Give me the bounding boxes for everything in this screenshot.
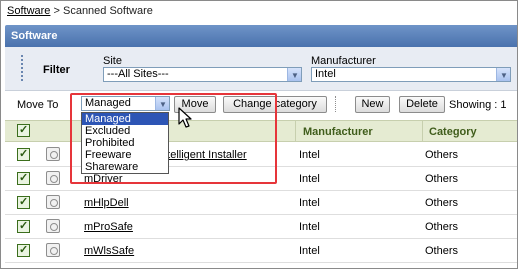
breadcrumb-separator: > (53, 5, 60, 17)
software-name-link[interactable]: mHlpDell (84, 197, 129, 209)
delete-button[interactable]: Delete (399, 96, 445, 113)
site-select[interactable]: ---All Sites--- ▼ (103, 67, 302, 82)
manufacturer-cell: Intel (299, 197, 320, 209)
row-checkbox[interactable]: ✓ (17, 196, 30, 209)
category-cell: Others (425, 245, 459, 257)
manufacturer-cell: Intel (299, 149, 320, 161)
table-row: ✓ mHlpDell Intel Others (5, 191, 517, 215)
software-name-link[interactable]: mProSafe (84, 221, 133, 233)
manufacturer-cell: Intel (299, 245, 320, 257)
row-checkbox[interactable]: ✓ (17, 172, 30, 185)
highlight-box (70, 93, 277, 184)
table-row: ✓ mWlsSafe Intel Others (5, 239, 517, 263)
site-select-value: ---All Sites--- (107, 68, 169, 80)
site-label: Site (103, 55, 122, 67)
category-cell: Others (425, 197, 459, 209)
breadcrumb-current: Scanned Software (62, 5, 153, 17)
toolbar-divider (335, 96, 336, 112)
manufacturer-select-value: Intel (315, 68, 336, 80)
breadcrumb: Software > Scanned Software (7, 5, 153, 17)
showing-count: Showing : 1 (449, 99, 507, 111)
column-header-category[interactable]: Category (429, 126, 477, 138)
software-name-link[interactable]: mWlsSafe (84, 245, 134, 257)
software-icon (46, 147, 60, 161)
software-icon (46, 171, 60, 185)
manufacturer-cell: Intel (299, 173, 320, 185)
table-row: ✓ mProSafe Intel Others (5, 215, 517, 239)
chevron-down-icon[interactable]: ▼ (287, 68, 301, 81)
manufacturer-select[interactable]: Intel ▼ (311, 67, 511, 82)
software-window: Software > Scanned Software Software Fil… (0, 0, 518, 269)
mouse-cursor-icon (178, 107, 192, 128)
software-icon (46, 219, 60, 233)
filter-bar: Filter Site ---All Sites--- ▼ Manufactur… (5, 47, 517, 91)
category-cell: Others (425, 173, 459, 185)
panel-title: Software (5, 25, 517, 47)
row-checkbox[interactable]: ✓ (17, 244, 30, 257)
software-icon (46, 243, 60, 257)
category-cell: Others (425, 149, 459, 161)
column-divider (422, 121, 423, 141)
software-icon (46, 195, 60, 209)
drag-handle-icon[interactable] (21, 55, 24, 81)
manufacturer-cell: Intel (299, 221, 320, 233)
manufacturer-label: Manufacturer (311, 55, 376, 67)
chevron-down-icon[interactable]: ▼ (496, 68, 510, 81)
filter-label: Filter (43, 64, 70, 76)
column-header-manufacturer[interactable]: Manufacturer (303, 126, 373, 138)
row-checkbox[interactable]: ✓ (17, 148, 30, 161)
breadcrumb-software-link[interactable]: Software (7, 5, 50, 17)
row-checkbox[interactable]: ✓ (17, 220, 30, 233)
select-all-checkbox[interactable]: ✓ (17, 124, 30, 137)
column-divider (295, 121, 296, 141)
move-to-label: Move To (17, 99, 59, 111)
new-button[interactable]: New (355, 96, 390, 113)
category-cell: Others (425, 221, 459, 233)
